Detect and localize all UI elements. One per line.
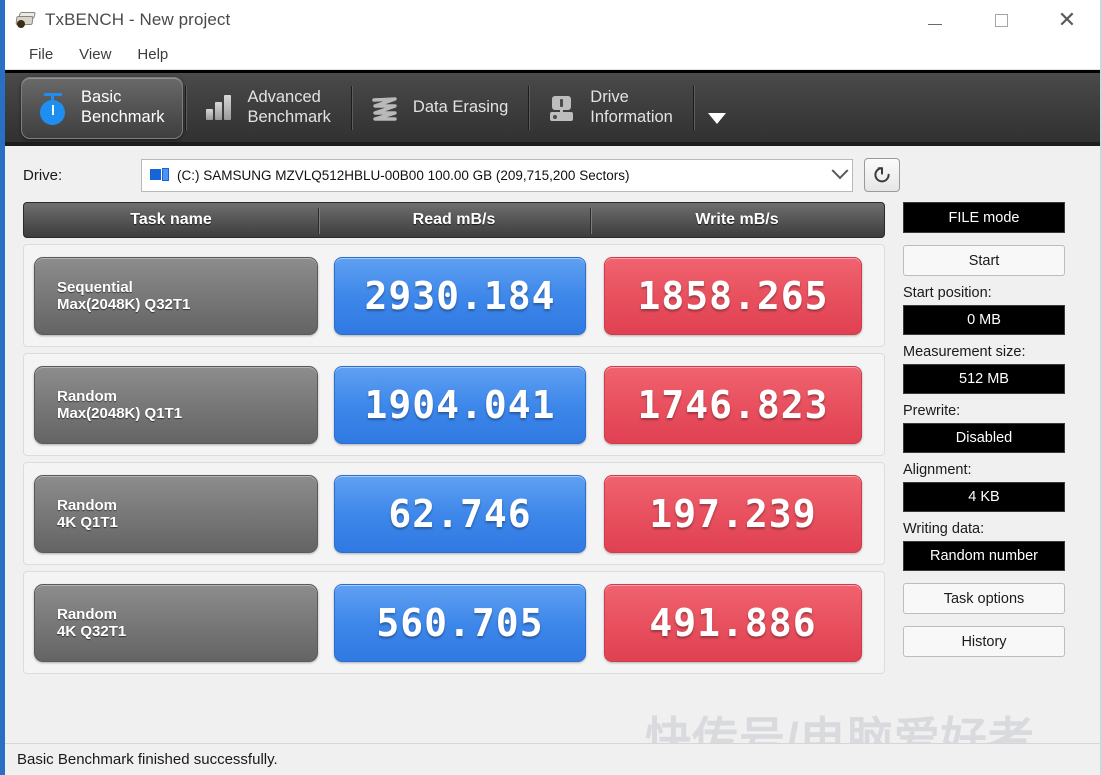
column-header-write: Write mB/s — [590, 203, 884, 237]
status-message: Basic Benchmark finished successfully. — [17, 751, 278, 768]
table-header-row: Task name Read mB/s Write mB/s — [23, 202, 885, 238]
status-bar: Basic Benchmark finished successfully. — [5, 743, 1100, 775]
refresh-icon — [874, 167, 890, 183]
tab-label-drive-information: Drive Information — [590, 87, 673, 126]
drive-info-icon — [545, 91, 579, 125]
task-options-button[interactable]: Task options — [903, 583, 1065, 614]
tab-separator — [528, 85, 530, 130]
minimize-button[interactable] — [902, 0, 968, 40]
task-sub: Max(2048K) Q32T1 — [57, 295, 191, 313]
measurement-size-value[interactable]: 512 MB — [903, 364, 1065, 394]
read-value: 560.705 — [334, 583, 586, 662]
table-row: Random 4K Q1T1 62.746 197.239 — [23, 462, 885, 565]
writing-data-value[interactable]: Random number — [903, 541, 1065, 571]
benchmark-table: Task name Read mB/s Write mB/s Sequentia… — [23, 202, 885, 674]
maximize-icon — [994, 13, 1008, 27]
tab-drive-information[interactable]: Drive Information — [531, 77, 691, 139]
write-value: 491.886 — [604, 583, 862, 662]
tab-basic-benchmark[interactable]: Basic Benchmark — [21, 76, 184, 139]
table-row: Random Max(2048K) Q1T1 1904.041 1746.823 — [23, 353, 885, 456]
prewrite-label: Prewrite: — [903, 403, 961, 419]
start-position-value[interactable]: 0 MB — [903, 305, 1065, 335]
write-value: 1858.265 — [604, 256, 862, 335]
write-value: 1746.823 — [604, 365, 862, 444]
menu-bar: File View Help — [5, 40, 1100, 70]
menu-item-file[interactable]: File — [17, 43, 65, 66]
task-sub: 4K Q1T1 — [57, 513, 118, 531]
table-row: Sequential Max(2048K) Q32T1 2930.184 185… — [23, 244, 885, 347]
tab-data-erasing[interactable]: Data Erasing — [354, 77, 526, 139]
tab-separator — [350, 85, 352, 130]
settings-panel: FILE mode Start Start position: 0 MB Mea… — [885, 202, 1085, 674]
task-name: Random — [57, 387, 117, 405]
alignment-value[interactable]: 4 KB — [903, 482, 1065, 512]
eraser-squiggle-icon — [368, 91, 402, 125]
chevron-down-icon — [831, 162, 849, 180]
tab-label-advanced-benchmark: Advanced Benchmark — [247, 87, 331, 126]
maximize-button[interactable] — [968, 0, 1034, 40]
close-icon: ✕ — [1057, 7, 1077, 32]
disk-drive-icon — [150, 167, 170, 183]
drive-selector-row: Drive: (C:) SAMSUNG MZVLQ512HBLU-00B00 1… — [5, 146, 1100, 202]
alignment-label: Alignment: — [903, 462, 972, 478]
main-area: Task name Read mB/s Write mB/s Sequentia… — [5, 202, 1100, 674]
content-area: Drive: (C:) SAMSUNG MZVLQ512HBLU-00B00 1… — [5, 146, 1100, 767]
start-button[interactable]: Start — [903, 245, 1065, 276]
task-name: Random — [57, 605, 117, 623]
menu-item-view[interactable]: View — [67, 43, 123, 66]
tab-separator — [692, 85, 694, 130]
column-header-read: Read mB/s — [318, 203, 590, 237]
refresh-button[interactable] — [864, 158, 900, 192]
writing-data-label: Writing data: — [903, 521, 985, 537]
read-value: 2930.184 — [334, 256, 586, 335]
write-value: 197.239 — [604, 474, 862, 553]
tab-advanced-benchmark[interactable]: Advanced Benchmark — [188, 77, 348, 139]
tab-label-data-erasing: Data Erasing — [412, 97, 509, 116]
task-button[interactable]: Random 4K Q1T1 — [34, 474, 318, 553]
chevron-down-icon[interactable] — [707, 113, 726, 124]
task-button[interactable]: Random Max(2048K) Q1T1 — [34, 365, 318, 444]
prewrite-value[interactable]: Disabled — [903, 423, 1065, 453]
task-name: Sequential — [57, 278, 133, 296]
tab-separator — [185, 85, 187, 130]
drive-select[interactable]: (C:) SAMSUNG MZVLQ512HBLU-00B00 100.00 G… — [141, 158, 853, 192]
column-header-task-name: Task name — [130, 211, 212, 228]
app-window: TxBENCH - New project ✕ File View Help B… — [0, 0, 1102, 775]
read-value: 1904.041 — [334, 365, 586, 444]
tab-strip: Basic Benchmark Advanced Benchmark Data … — [5, 70, 1100, 146]
measurement-size-label: Measurement size: — [903, 344, 1026, 360]
task-button[interactable]: Random 4K Q32T1 — [34, 583, 318, 662]
window-title: TxBENCH - New project — [45, 9, 231, 29]
read-value: 62.746 — [334, 474, 586, 553]
start-position-label: Start position: — [903, 285, 992, 301]
task-sub: 4K Q32T1 — [57, 622, 127, 640]
file-mode-display[interactable]: FILE mode — [903, 202, 1065, 233]
stopwatch-icon — [36, 91, 70, 125]
window-controls: ✕ — [902, 0, 1100, 40]
table-row: Random 4K Q32T1 560.705 491.886 — [23, 571, 885, 674]
tab-label-basic-benchmark: Basic Benchmark — [81, 87, 165, 126]
app-drive-icon — [15, 9, 37, 31]
minimize-icon — [928, 23, 942, 25]
title-bar: TxBENCH - New project ✕ — [5, 0, 1100, 40]
bar-chart-icon — [202, 91, 236, 125]
close-button[interactable]: ✕ — [1034, 0, 1100, 40]
task-button[interactable]: Sequential Max(2048K) Q32T1 — [34, 256, 318, 335]
menu-item-help[interactable]: Help — [125, 43, 180, 66]
task-name: Random — [57, 496, 117, 514]
task-sub: Max(2048K) Q1T1 — [57, 404, 183, 422]
drive-label: Drive: — [23, 166, 63, 184]
history-button[interactable]: History — [903, 626, 1065, 657]
drive-selected-value: (C:) SAMSUNG MZVLQ512HBLU-00B00 100.00 G… — [177, 167, 630, 183]
